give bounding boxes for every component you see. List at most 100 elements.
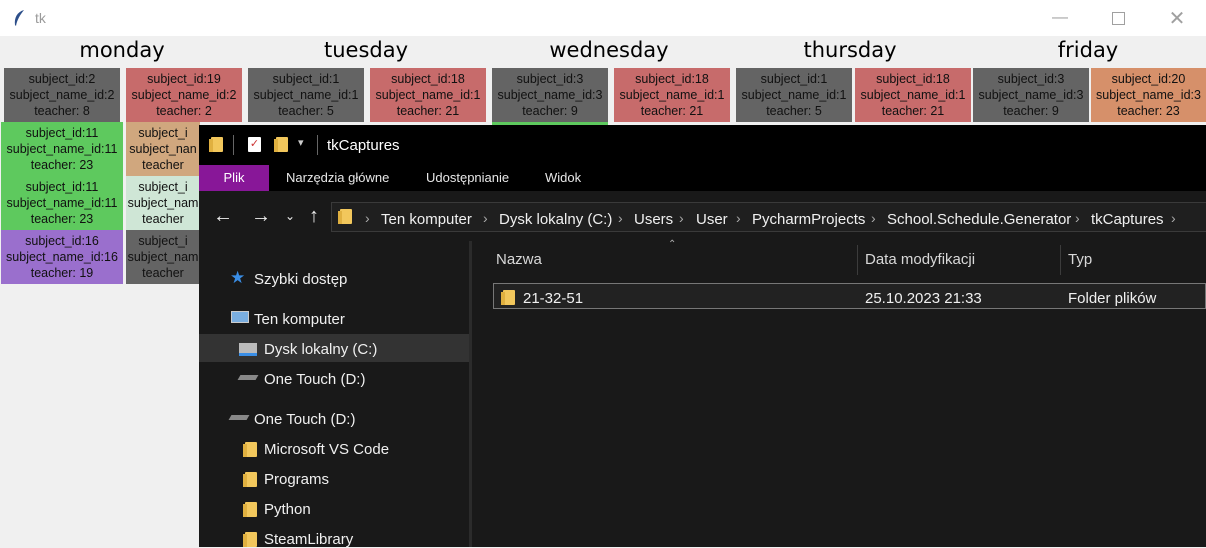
schedule-cell-line: teacher: 2 bbox=[156, 104, 212, 118]
column-typ[interactable]: Typ bbox=[1068, 251, 1092, 268]
nav-microsoft-vs-code[interactable]: Microsoft VS Code bbox=[264, 441, 389, 458]
properties-icon[interactable]: ✓ bbox=[248, 137, 261, 152]
schedule-cell-line: subject_name_id:3 bbox=[978, 88, 1084, 102]
schedule-cell-line: subject_nam bbox=[127, 250, 199, 264]
chevron-right-icon: › bbox=[736, 210, 741, 226]
schedule-cell-line: subject_i bbox=[138, 180, 188, 194]
chevron-right-icon: › bbox=[1075, 210, 1080, 226]
new-folder-icon[interactable] bbox=[274, 137, 288, 152]
schedule-cell-line: teacher: 19 bbox=[30, 266, 94, 280]
crumb-users[interactable]: Users bbox=[634, 211, 673, 228]
schedule-cell-line: subject_name_id:11 bbox=[6, 142, 118, 156]
schedule-cell-line: subject_id:19 bbox=[147, 72, 221, 86]
file-date: 25.10.2023 21:33 bbox=[865, 290, 982, 307]
schedule-cell: subject_i subject_nam teacher bbox=[126, 230, 200, 284]
crumb-dysk-lokalny[interactable]: Dysk lokalny (C:) bbox=[499, 211, 612, 228]
column-divider[interactable] bbox=[1060, 245, 1061, 275]
schedule-cell-line: subject_id:18 bbox=[876, 72, 950, 86]
nav-python[interactable]: Python bbox=[264, 501, 311, 518]
schedule-cell-line: teacher bbox=[142, 158, 184, 172]
schedule-cell: subject_id:3 subject_name_id:3 teacher: 9 bbox=[973, 68, 1089, 122]
pane-divider[interactable] bbox=[469, 241, 472, 547]
schedule-cell-line: teacher: 23 bbox=[30, 212, 94, 226]
tab-widok[interactable]: Widok bbox=[545, 165, 581, 191]
close-button[interactable]: ✕ bbox=[1148, 0, 1206, 36]
schedule-cell: subject_i subject_namteacher bbox=[126, 176, 200, 230]
forward-arrow-icon[interactable]: → bbox=[251, 205, 271, 228]
schedule-cell: subject_id:2 subject_name_id:2 teacher: 8 bbox=[4, 68, 120, 122]
folder-icon bbox=[243, 472, 257, 487]
crumb-school-schedule-generator[interactable]: School.Schedule.Generator bbox=[887, 211, 1071, 228]
schedule-cell: subject_id:20 subject_name_id:3 teacher: 2… bbox=[1091, 68, 1206, 122]
schedule-cell: subject_id:18 subject_name_id:1 teacher: 2… bbox=[614, 68, 730, 122]
recent-locations-icon[interactable]: ⌄ bbox=[285, 209, 295, 223]
schedule-cell: subject_id:18 subject_name_id:1 teacher: 2… bbox=[855, 68, 971, 122]
nav-programs[interactable]: Programs bbox=[264, 471, 329, 488]
schedule-cell-line: subject_id:1 bbox=[272, 72, 340, 86]
schedule-cell-line: subject_id:1 bbox=[760, 72, 828, 86]
nav-steamlibrary[interactable]: SteamLibrary bbox=[264, 531, 353, 548]
schedule-cell-line: subject_i bbox=[138, 126, 188, 140]
chevron-right-icon: › bbox=[365, 210, 370, 226]
schedule-cell-line: subject_id:16 bbox=[25, 234, 99, 248]
schedule-cell-line: subject_name_id:1 bbox=[253, 88, 359, 102]
schedule-cell-line: subject_id:3 bbox=[997, 72, 1065, 86]
schedule-cell-line: subject_name_id:1 bbox=[741, 88, 847, 102]
crumb-ten-komputer[interactable]: Ten komputer bbox=[381, 211, 472, 228]
schedule-cell-line: subject_name_id:3 bbox=[497, 88, 603, 102]
drive-icon bbox=[239, 343, 257, 356]
up-arrow-icon[interactable]: ↑ bbox=[309, 205, 319, 228]
star-icon: ★ bbox=[230, 268, 246, 287]
tab-udostepnianie[interactable]: Udostępnianie bbox=[426, 165, 509, 191]
nav-ten-komputer[interactable]: Ten komputer bbox=[254, 311, 345, 328]
ribbon-tabs: Plik Narzędzia główne Udostępnianie Wido… bbox=[199, 165, 1206, 191]
schedule-cell-line: teacher bbox=[142, 212, 184, 226]
schedule-cell: subject_id:11 subject_name_id:11 teacher: … bbox=[1, 122, 123, 176]
tab-narzedzia-glowne[interactable]: Narzędzia główne bbox=[286, 165, 389, 191]
crumb-pycharmprojects[interactable]: PycharmProjects bbox=[752, 211, 865, 228]
schedule-cell: subject_i subject_nan teacher bbox=[126, 122, 200, 176]
crumb-tkcaptures[interactable]: tkCaptures bbox=[1091, 211, 1164, 228]
nav-one-touch[interactable]: One Touch (D:) bbox=[254, 411, 355, 428]
drive-icon bbox=[237, 375, 259, 380]
back-arrow-icon[interactable]: ← bbox=[213, 205, 233, 228]
tab-plik[interactable]: Plik bbox=[199, 165, 269, 191]
schedule-cell-line: subject_name_id:1 bbox=[860, 88, 966, 102]
nav-dysk-lokalny[interactable]: Dysk lokalny (C:) bbox=[264, 341, 377, 358]
chevron-right-icon: › bbox=[483, 210, 488, 226]
explorer-title: tkCaptures bbox=[327, 137, 400, 154]
chevron-right-icon: › bbox=[1171, 210, 1176, 226]
maximize-button[interactable] bbox=[1089, 0, 1147, 36]
tk-title-bar: tk — ✕ bbox=[0, 0, 1206, 36]
crumb-user[interactable]: User bbox=[696, 211, 728, 228]
quick-access-dropdown-icon[interactable]: ▾ bbox=[298, 136, 304, 149]
minimize-button[interactable]: — bbox=[1031, 0, 1089, 36]
nav-one-touch-sub[interactable]: One Touch (D:) bbox=[264, 371, 365, 388]
column-data-modyfikacji[interactable]: Data modyfikacji bbox=[865, 251, 975, 268]
schedule-cell-line: subject_name_id:1 bbox=[375, 88, 481, 102]
drive-icon bbox=[228, 415, 250, 420]
day-header-wednesday: wednesday bbox=[549, 38, 669, 62]
close-icon: ✕ bbox=[1168, 7, 1186, 30]
schedule-cell: subject_id:11 subject_name_id:11 teacher: … bbox=[1, 176, 123, 230]
schedule-cell-line: subject_nam bbox=[127, 196, 199, 210]
chevron-right-icon: › bbox=[871, 210, 876, 226]
column-nazwa[interactable]: Nazwa bbox=[496, 251, 542, 268]
schedule-cell-line: teacher: 21 bbox=[396, 104, 460, 118]
chevron-right-icon: › bbox=[618, 210, 623, 226]
computer-icon bbox=[231, 311, 249, 323]
tk-title: tk bbox=[35, 10, 46, 26]
day-header-monday: monday bbox=[79, 38, 165, 62]
schedule-cell-line: subject_id:11 bbox=[25, 180, 99, 194]
schedule-cell-line: teacher: 21 bbox=[881, 104, 945, 118]
schedule-cell-line: subject_name_id:2 bbox=[131, 88, 237, 102]
maximize-icon bbox=[1111, 11, 1125, 25]
column-divider[interactable] bbox=[857, 245, 858, 275]
nav-szybki-dostep[interactable]: Szybki dostęp bbox=[254, 271, 347, 288]
schedule-cell-line: subject_name_id:2 bbox=[9, 88, 115, 102]
schedule-cell-line: teacher: 21 bbox=[640, 104, 704, 118]
schedule-cell-line: subject_name_id:11 bbox=[6, 196, 118, 210]
schedule-cell-line: subject_i bbox=[138, 234, 188, 248]
schedule-cell-line: teacher: 8 bbox=[34, 104, 90, 118]
minimize-icon: — bbox=[1052, 9, 1068, 26]
